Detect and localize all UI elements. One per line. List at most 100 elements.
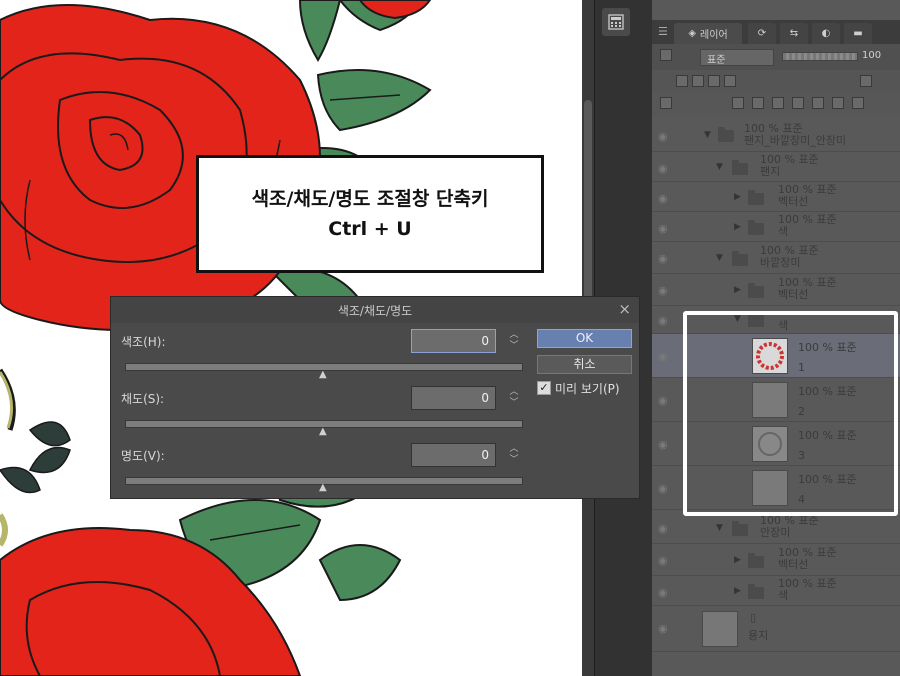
preview-label: 미리 보기(P) — [555, 381, 620, 396]
eye-icon[interactable]: ◉ — [658, 222, 668, 235]
hue-spinner[interactable]: ︿ ﹀ — [508, 330, 520, 354]
ok-button[interactable]: OK — [537, 329, 632, 348]
saturation-slider-thumb[interactable]: ▲ — [319, 426, 327, 437]
eye-icon[interactable]: ◉ — [658, 394, 668, 407]
layer-row[interactable]: ◉ ▶ 100 % 표준 벡터선 — [652, 274, 900, 306]
opacity-slider[interactable] — [782, 52, 858, 61]
eye-icon[interactable]: ◉ — [658, 554, 668, 567]
eye-icon[interactable]: ◉ — [658, 586, 668, 599]
new-vector-icon[interactable] — [752, 97, 764, 109]
chevron-right-icon[interactable]: ▶ — [734, 285, 741, 295]
chevron-right-icon[interactable]: ▶ — [734, 222, 741, 232]
eye-icon[interactable]: ◉ — [658, 622, 668, 635]
eye-icon[interactable]: ◉ — [658, 192, 668, 205]
chevron-down-icon[interactable]: ▼ — [716, 523, 723, 533]
cancel-button[interactable]: 취소 — [537, 355, 632, 374]
opacity-value[interactable]: 100 — [862, 50, 881, 61]
layer-color-swatch-icon[interactable] — [860, 75, 872, 87]
value-slider-thumb[interactable]: ▲ — [319, 482, 327, 493]
tab-navigator[interactable]: ◐ — [812, 23, 840, 44]
chevron-down-icon[interactable]: ﹀ — [509, 341, 518, 351]
saturation-label: 채도(S): — [121, 392, 165, 406]
scrollbar-thumb[interactable] — [584, 100, 592, 310]
eye-icon[interactable]: ◉ — [658, 130, 668, 143]
layer-name: 팬지 — [760, 165, 781, 178]
eye-icon[interactable]: ◉ — [658, 482, 668, 495]
layer-name: 벡터선 — [778, 195, 809, 208]
annotation-shortcut: Ctrl + U — [328, 218, 412, 240]
mask-icon[interactable] — [832, 97, 844, 109]
tab-other[interactable]: ▬ — [844, 23, 872, 44]
chevron-right-icon[interactable]: ▶ — [734, 586, 741, 596]
layer-row[interactable]: ◉ ▶ 100 % 표준 색 — [652, 576, 900, 606]
layer-row[interactable]: ◉ ▼ 100 % 표준 팬지 — [652, 152, 900, 182]
folder-icon — [748, 553, 764, 568]
draft-icon[interactable] — [724, 75, 736, 87]
eye-icon[interactable]: ◉ — [658, 438, 668, 451]
eye-icon[interactable]: ◉ — [658, 522, 668, 535]
eye-icon[interactable]: ◉ — [658, 350, 668, 363]
merge-icon[interactable] — [812, 97, 824, 109]
copy-layer-icon[interactable] — [792, 97, 804, 109]
layers-icon: ◈ — [688, 28, 697, 39]
layer-row[interactable]: ◉ ▶ 100 % 표준 벡터선 — [652, 182, 900, 212]
preview-checkbox[interactable]: ✓ 미리 보기(P) — [537, 378, 647, 398]
layer-row[interactable]: ◉ ▼ 100 % 표준 팬지_바깥장미_안장미 — [652, 118, 900, 152]
layer-name: 벡터선 — [778, 288, 809, 301]
eye-icon[interactable]: ◉ — [658, 284, 668, 297]
layer-row[interactable]: ◉ ▯ 용지 — [652, 606, 900, 652]
chevron-right-icon[interactable]: ▶ — [734, 192, 741, 202]
chevron-up-icon[interactable]: ︿ — [509, 387, 518, 397]
eye-icon[interactable]: ◉ — [658, 162, 668, 175]
trash-icon[interactable] — [852, 97, 864, 109]
hue-slider-thumb[interactable]: ▲ — [319, 369, 327, 380]
layer-row[interactable]: ◉ ▼ 100 % 표준 바깥장미 — [652, 242, 900, 274]
layer-name: 색 — [778, 589, 789, 602]
chevron-down-icon[interactable]: ▼ — [704, 130, 711, 140]
tab-layer-property[interactable]: ⟳ — [748, 23, 776, 44]
layer-row[interactable]: ◉ ▼ 100 % 표준 안장미 — [652, 512, 900, 544]
hue-input[interactable]: 0 — [411, 329, 496, 353]
tab-layer[interactable]: ◈ 레이어 — [674, 23, 742, 44]
clip-icon[interactable] — [692, 75, 704, 87]
layer-row[interactable]: ◉ ▶ 100 % 표준 색 — [652, 212, 900, 242]
checkbox-check-icon[interactable]: ✓ — [537, 381, 551, 395]
tab-history[interactable]: ⇆ — [780, 23, 808, 44]
new-raster-icon[interactable] — [732, 97, 744, 109]
layer-row[interactable]: ◉ ▶ 100 % 표준 벡터선 — [652, 544, 900, 576]
saturation-spinner[interactable]: ︿ ﹀ — [508, 387, 520, 411]
folder-icon — [718, 127, 734, 142]
chevron-right-icon[interactable]: ▶ — [734, 555, 741, 565]
layer-actions-row — [652, 92, 900, 116]
folder-icon — [748, 190, 764, 205]
chevron-down-icon[interactable]: ▼ — [716, 162, 723, 172]
new-folder-icon[interactable] — [772, 97, 784, 109]
dialog-titlebar[interactable]: 색조/채도/명도 × — [111, 297, 639, 323]
eye-icon[interactable]: ◉ — [658, 252, 668, 265]
menu-icon[interactable]: ☰ — [658, 25, 668, 38]
value-input[interactable]: 0 — [411, 443, 496, 467]
chevron-down-icon[interactable]: ﹀ — [509, 398, 518, 408]
close-icon[interactable]: × — [618, 300, 631, 318]
layer-name: 안장미 — [760, 526, 791, 539]
layer-name: 바깥장미 — [760, 256, 801, 269]
eye-icon[interactable]: ◉ — [658, 314, 668, 327]
folder-icon — [732, 160, 748, 175]
calculator-button[interactable] — [602, 8, 630, 36]
toggle-icon[interactable] — [660, 97, 672, 109]
panel-tabbar: ☰ ◈ 레이어 ⟳ ⇆ ◐ ▬ — [652, 20, 900, 44]
layer-blend-row: 표준 100 — [652, 44, 900, 70]
panel-icon: ▬ — [853, 28, 863, 39]
chevron-up-icon[interactable]: ︿ — [509, 444, 518, 454]
lock-icon[interactable] — [676, 75, 688, 87]
folder-icon — [748, 584, 764, 599]
reference-icon[interactable] — [708, 75, 720, 87]
value-spinner[interactable]: ︿ ﹀ — [508, 444, 520, 468]
blend-mode-select[interactable]: 표준 — [700, 49, 774, 66]
layer-color-icon[interactable] — [660, 49, 672, 61]
navigator-icon: ◐ — [821, 28, 831, 39]
chevron-down-icon[interactable]: ▼ — [716, 253, 723, 263]
saturation-input[interactable]: 0 — [411, 386, 496, 410]
chevron-down-icon[interactable]: ﹀ — [509, 455, 518, 465]
chevron-up-icon[interactable]: ︿ — [509, 330, 518, 340]
